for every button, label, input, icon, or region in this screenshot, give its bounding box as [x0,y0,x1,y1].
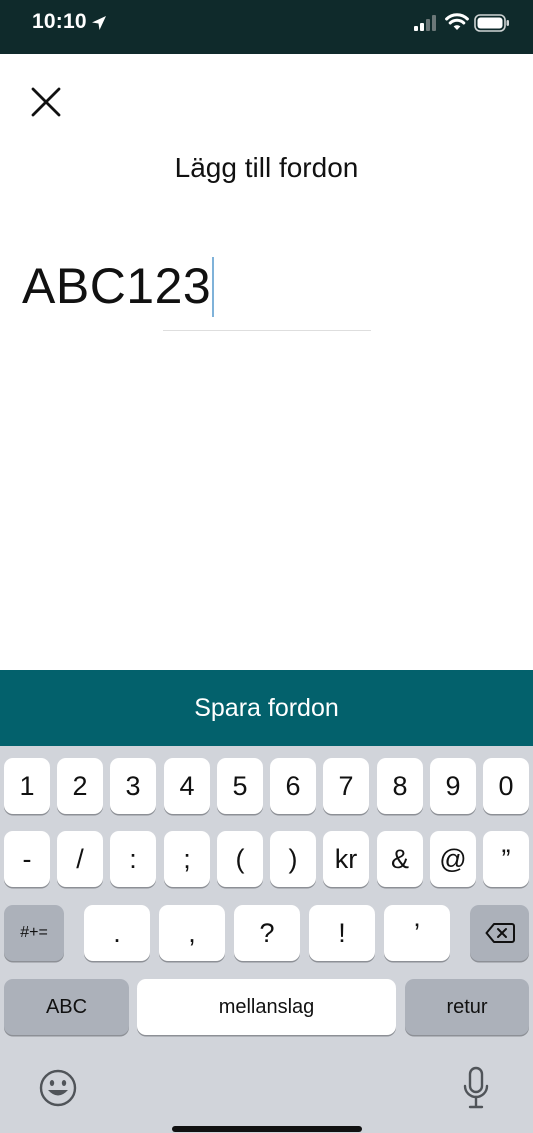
cellular-signal-icon [414,15,436,31]
key-abc[interactable]: ABC [4,979,129,1035]
page-title: Lägg till fordon [174,152,359,183]
key-period[interactable]: . [84,905,150,961]
save-vehicle-button[interactable]: Spara fordon [0,670,533,746]
key-4[interactable]: 4 [164,758,210,814]
key-hyphen[interactable]: - [4,831,50,887]
key-open-paren[interactable]: ( [217,831,263,887]
plate-number-input[interactable]: ABC123 [22,254,215,318]
wifi-icon [445,13,469,30]
key-8[interactable]: 8 [377,758,423,814]
key-close-paren[interactable]: ) [270,831,316,887]
key-9[interactable]: 9 [430,758,476,814]
key-colon[interactable]: : [110,831,156,887]
close-icon[interactable] [28,84,64,120]
return-key[interactable]: retur [405,979,529,1035]
space-key[interactable]: mellanslag [137,979,396,1035]
key-exclamation[interactable]: ! [309,905,375,961]
key-slash[interactable]: / [57,831,103,887]
input-underline [163,330,371,331]
home-indicator [172,1126,362,1132]
plate-number-value: ABC123 [22,258,212,314]
key-at[interactable]: @ [430,831,476,887]
key-5[interactable]: 5 [217,758,263,814]
emoji-icon[interactable] [38,1068,78,1108]
key-1[interactable]: 1 [4,758,50,814]
status-time: 10:10 [32,10,87,33]
battery-icon [474,14,509,32]
key-6[interactable]: 6 [270,758,316,814]
key-0[interactable]: 0 [483,758,529,814]
key-apostrophe[interactable]: ’ [384,905,450,961]
backspace-icon [485,923,515,943]
key-quote[interactable]: ” [483,831,529,887]
status-bar: 10:10 [0,0,533,54]
key-kr[interactable]: kr [323,831,369,887]
microphone-icon[interactable] [462,1066,490,1110]
key-semicolon[interactable]: ; [164,831,210,887]
key-7[interactable]: 7 [323,758,369,814]
text-caret [212,256,215,317]
key-question[interactable]: ? [234,905,300,961]
backspace-key[interactable] [470,905,529,961]
key-3[interactable]: 3 [110,758,156,814]
location-arrow-icon [92,16,106,30]
key-ampersand[interactable]: & [377,831,423,887]
key-more-symbols[interactable]: #+= [4,905,64,961]
save-vehicle-label: Spara fordon [194,693,339,722]
key-comma[interactable]: , [159,905,225,961]
key-2[interactable]: 2 [57,758,103,814]
